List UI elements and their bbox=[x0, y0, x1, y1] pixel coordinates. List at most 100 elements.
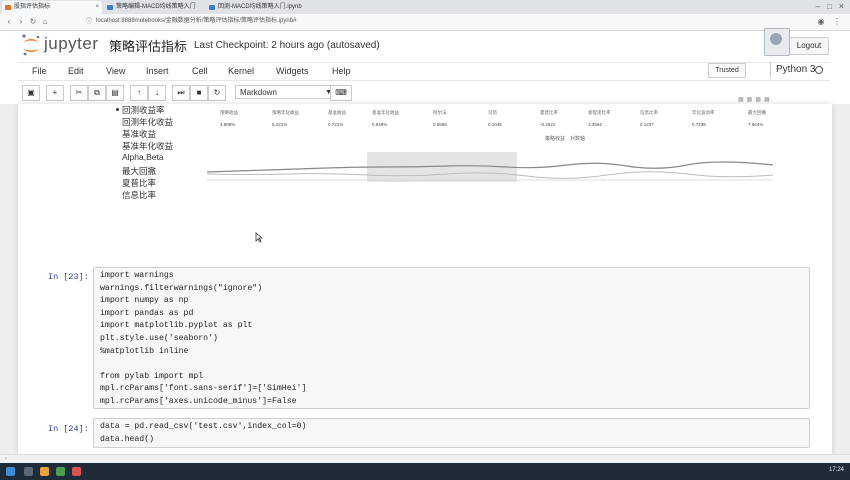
copy-icon[interactable]: ⧉ bbox=[88, 85, 106, 101]
stat-header: 信息比率 bbox=[640, 110, 658, 115]
stat-header: 贝塔 bbox=[488, 110, 497, 115]
insert-cell-icon[interactable]: + bbox=[46, 85, 64, 101]
browser-tab-bar: 股指评估指标 × 策略编辑-MACD均线策略入门 回测-MACD均线策略入门.i… bbox=[0, 0, 850, 14]
taskbar-app-icon[interactable] bbox=[72, 467, 81, 476]
stat-header: 夏普比率 bbox=[540, 110, 558, 115]
code-line: import numpy as np bbox=[100, 296, 189, 306]
cell-type-value: Markdown bbox=[240, 88, 277, 97]
tab-title: 回测-MACD均线策略入门.ipynb bbox=[218, 4, 302, 10]
menu-insert[interactable]: Insert bbox=[146, 66, 169, 76]
stat-value: 5.221% bbox=[272, 122, 288, 127]
menu-edit[interactable]: Edit bbox=[68, 66, 84, 76]
save-icon[interactable]: ▣ bbox=[22, 85, 40, 101]
minimize-icon[interactable]: – bbox=[816, 2, 820, 11]
logout-button[interactable]: Logout bbox=[789, 37, 829, 55]
toolbar-extra-icons[interactable]: ▦▦▦▦ bbox=[738, 96, 773, 103]
home-icon[interactable]: ⌂ bbox=[40, 17, 50, 27]
stat-header: 索提诺比率 bbox=[588, 110, 611, 115]
menu-help[interactable]: Help bbox=[332, 66, 351, 76]
list-item: 信息比率 bbox=[122, 190, 157, 200]
list-item: 夏普比率 bbox=[122, 178, 157, 188]
taskbar-app-icon[interactable] bbox=[24, 467, 33, 476]
tab-title: 策略编辑-MACD均线策略入门 bbox=[116, 4, 196, 10]
stat-header: 年化波动率 bbox=[692, 110, 715, 115]
window-close-icon[interactable]: × bbox=[839, 1, 844, 11]
toolbar: ▣ + ✂ ⧉ ▤ ↑ ↓ ⏭ ■ ↻ Markdown ▼ ⌨ bbox=[18, 83, 830, 103]
command-palette-icon[interactable]: ⌨ bbox=[330, 85, 352, 101]
stat-value: 0.1237 bbox=[640, 122, 654, 127]
stat-header: 基准收益 bbox=[328, 110, 346, 115]
stat-value: 4.889% bbox=[220, 122, 236, 127]
stat-value: 7.664% bbox=[748, 122, 764, 127]
stat-value: 0.1045 bbox=[488, 122, 502, 127]
list-item: 最大回撤 bbox=[122, 166, 157, 176]
menu-kernel[interactable]: Kernel bbox=[228, 66, 254, 76]
more-icon[interactable]: ⋮ bbox=[832, 17, 842, 27]
code-line: import pandas as pd bbox=[100, 308, 194, 318]
move-down-icon[interactable]: ↓ bbox=[148, 85, 166, 101]
taskbar: 17:24 bbox=[0, 463, 850, 480]
list-item: 基准年化收益 bbox=[122, 141, 174, 151]
tab-favicon-icon bbox=[5, 5, 11, 10]
url-field[interactable]: localhost:8888/notebooks/金融数据分析/策略评估指标/策… bbox=[96, 16, 696, 27]
avatar-icon bbox=[770, 33, 782, 45]
code-line: from pylab import mpl bbox=[100, 371, 204, 381]
list-item: 基准收益 bbox=[122, 129, 157, 139]
code-line: data.head() bbox=[100, 434, 155, 444]
list-item: 回测收益率 bbox=[122, 105, 165, 115]
stat-header: 策略年化收益 bbox=[272, 110, 299, 115]
menu-view[interactable]: View bbox=[106, 66, 125, 76]
notebook-title[interactable]: 策略评估指标 bbox=[109, 36, 187, 55]
bullet bbox=[116, 108, 119, 111]
tab-close-icon[interactable]: × bbox=[95, 1, 99, 14]
paste-icon[interactable]: ▤ bbox=[106, 85, 124, 101]
browser-tab-active[interactable]: 股指评估指标 × bbox=[2, 1, 102, 14]
kernel-idle-icon bbox=[815, 66, 823, 74]
cut-icon[interactable]: ✂ bbox=[70, 85, 88, 101]
code-line: import warnings bbox=[100, 271, 174, 280]
menu-cell[interactable]: Cell bbox=[192, 66, 208, 76]
taskbar-app-icon[interactable] bbox=[56, 467, 65, 476]
restart-icon[interactable]: ↻ bbox=[208, 85, 226, 101]
stat-header: 最大回撤 bbox=[748, 110, 766, 115]
taskbar-app-icon[interactable] bbox=[40, 467, 49, 476]
code-line: mpl.rcParams['font.sans-serif']=['SimHei… bbox=[100, 384, 307, 394]
jupyter-logo-icon[interactable] bbox=[20, 33, 42, 57]
floating-widget[interactable] bbox=[764, 28, 790, 56]
move-up-icon[interactable]: ↑ bbox=[130, 85, 148, 101]
menu-widgets[interactable]: Widgets bbox=[276, 66, 309, 76]
checkpoint-status: Last Checkpoint: 2 hours ago (autosaved) bbox=[194, 40, 380, 51]
list-item: 回测年化收益 bbox=[122, 117, 174, 127]
tab-title: 股指评估指标 bbox=[14, 4, 51, 10]
legend-pill[interactable]: 策略收益 bbox=[545, 135, 565, 142]
menu-file[interactable]: File bbox=[32, 66, 47, 76]
kernel-name[interactable]: Python 3 bbox=[776, 64, 815, 75]
code-line: warnings.filterwarnings("ignore") bbox=[100, 283, 263, 293]
trusted-badge[interactable]: Trusted bbox=[708, 63, 746, 78]
cell-prompt: In [23]: bbox=[48, 272, 89, 282]
maximize-icon[interactable]: □ bbox=[827, 2, 832, 11]
list-item: Alpha,Beta bbox=[122, 152, 164, 162]
legend-pill[interactable]: 对数轴 bbox=[570, 135, 585, 142]
equity-chart bbox=[207, 152, 773, 182]
browser-tab[interactable]: 策略编辑-MACD均线策略入门 bbox=[104, 1, 204, 14]
kernel-separator bbox=[770, 62, 771, 78]
profile-icon[interactable]: ◉ bbox=[816, 17, 826, 27]
forward-icon[interactable]: › bbox=[16, 17, 26, 27]
browser-tab[interactable]: 回测-MACD均线策略入门.ipynb bbox=[206, 1, 306, 14]
mouse-cursor-icon bbox=[255, 232, 263, 243]
stat-value: 0.721% bbox=[328, 122, 344, 127]
code-line: import matplotlib.pyplot as plt bbox=[100, 321, 253, 331]
cell-type-select[interactable]: Markdown ▼ bbox=[235, 85, 337, 99]
tab-favicon-icon bbox=[209, 5, 215, 10]
reload-icon[interactable]: ↻ bbox=[28, 17, 38, 27]
stat-header: 策略收益 bbox=[220, 110, 238, 115]
stat-header: 基准年化收益 bbox=[372, 110, 399, 115]
interrupt-icon[interactable]: ■ bbox=[190, 85, 208, 101]
stat-value: -0.2621 bbox=[540, 122, 556, 127]
run-icon[interactable]: ⏭ bbox=[172, 85, 190, 101]
info-icon: ⓘ bbox=[85, 19, 92, 25]
start-icon[interactable] bbox=[6, 467, 15, 476]
back-icon[interactable]: ‹ bbox=[4, 17, 14, 27]
cell-prompt: In [24]: bbox=[48, 424, 89, 434]
